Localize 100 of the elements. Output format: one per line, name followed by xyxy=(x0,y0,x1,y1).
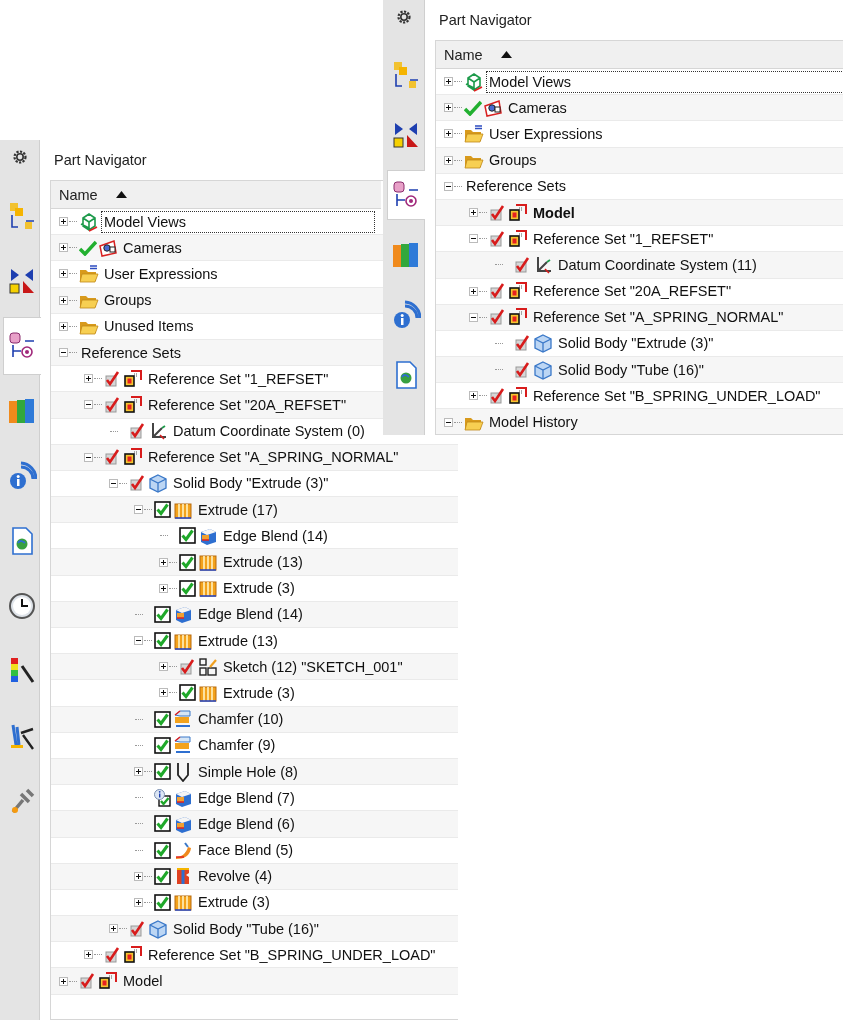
expand-icon[interactable] xyxy=(444,129,453,139)
tree-item[interactable]: Edge Blend (14) xyxy=(221,525,330,546)
tree-item[interactable]: Extrude (13) xyxy=(196,630,280,651)
checkbox[interactable] xyxy=(129,475,145,492)
tree-item[interactable]: Extrude (3) xyxy=(221,682,297,703)
checkbox[interactable] xyxy=(489,204,505,221)
expand-icon[interactable] xyxy=(134,897,143,907)
checkbox[interactable] xyxy=(489,309,505,326)
checkbox[interactable] xyxy=(179,579,196,597)
checkbox[interactable] xyxy=(104,449,120,466)
checkbox[interactable] xyxy=(154,710,171,728)
expand-icon[interactable] xyxy=(59,976,68,986)
checkbox[interactable] xyxy=(154,501,171,519)
expand-icon[interactable] xyxy=(444,103,453,113)
expand-icon[interactable] xyxy=(84,374,93,384)
expand-icon[interactable] xyxy=(59,295,68,305)
checkbox[interactable] xyxy=(179,684,196,702)
checkbox[interactable] xyxy=(79,973,95,990)
tree-item[interactable]: Extrude (17) xyxy=(196,499,280,520)
checkbox[interactable] xyxy=(514,256,530,273)
tree-item[interactable]: Groups xyxy=(487,150,539,171)
expand-icon[interactable] xyxy=(469,286,478,296)
tree-item[interactable]: Cameras xyxy=(506,97,569,118)
checkbox[interactable] xyxy=(129,920,145,937)
expand-icon[interactable] xyxy=(84,950,93,960)
expand-icon[interactable] xyxy=(159,557,168,567)
checkbox[interactable] xyxy=(154,815,171,833)
tree-item[interactable]: Reference Sets xyxy=(464,176,568,197)
tree-item[interactable]: Revolve (4) xyxy=(196,866,275,887)
tree-item[interactable]: Cameras xyxy=(121,237,184,258)
tree-item[interactable]: Reference Set "20A_REFSET" xyxy=(531,281,734,302)
tree-item[interactable]: Reference Set "B_SPRING_UNDER_LOAD" xyxy=(146,944,438,965)
column-header[interactable]: Name xyxy=(51,181,381,209)
tree-item[interactable]: Model Views xyxy=(487,71,843,92)
tree-item[interactable]: Model xyxy=(121,971,165,992)
info-checkbox-icon[interactable] xyxy=(154,788,171,807)
expand-icon[interactable] xyxy=(444,155,453,165)
checkbox[interactable] xyxy=(154,605,171,623)
tree-item[interactable]: Extrude (3) xyxy=(196,892,272,913)
checkbox[interactable] xyxy=(489,230,505,247)
checkbox[interactable] xyxy=(179,658,195,675)
expand-icon[interactable] xyxy=(469,391,478,401)
expand-icon[interactable] xyxy=(159,583,168,593)
checkbox[interactable] xyxy=(154,867,171,885)
tree-item[interactable]: Edge Blend (6) xyxy=(196,813,297,834)
tree-item[interactable]: Extrude (3) xyxy=(221,578,297,599)
collapse-icon[interactable] xyxy=(134,505,143,515)
settings-icon[interactable] xyxy=(10,148,29,166)
tree-item[interactable]: Reference Set "B_SPRING_UNDER_LOAD" xyxy=(531,385,823,406)
resource-tab[interactable] xyxy=(2,317,41,375)
expand-icon[interactable] xyxy=(59,269,68,279)
tree-item[interactable]: Solid Body "Extrude (3)" xyxy=(556,333,716,354)
collapse-icon[interactable] xyxy=(444,181,453,191)
tree-item[interactable]: Face Blend (5) xyxy=(196,840,296,861)
checkmark-icon[interactable] xyxy=(464,99,482,116)
tree-item[interactable]: Reference Set "1_REFSET" xyxy=(531,228,716,249)
collapse-icon[interactable] xyxy=(109,478,118,488)
tree-item[interactable]: Model Views xyxy=(102,211,374,232)
checkbox[interactable] xyxy=(154,893,171,911)
tree-item[interactable]: Extrude (13) xyxy=(221,552,305,573)
tree-item[interactable]: Groups xyxy=(102,290,154,311)
expand-icon[interactable] xyxy=(159,662,168,672)
tree-item[interactable]: Reference Sets xyxy=(79,342,183,363)
collapse-icon[interactable] xyxy=(444,417,453,427)
settings-icon[interactable] xyxy=(394,8,413,26)
collapse-icon[interactable] xyxy=(84,400,93,410)
tree-item[interactable]: Datum Coordinate System (0) xyxy=(171,421,367,442)
checkbox[interactable] xyxy=(489,387,505,404)
tree-item[interactable]: User Expressions xyxy=(102,263,220,284)
checkmark-icon[interactable] xyxy=(79,239,97,256)
expand-icon[interactable] xyxy=(59,321,68,331)
expand-icon[interactable] xyxy=(134,871,143,881)
expand-icon[interactable] xyxy=(444,77,453,87)
collapse-icon[interactable] xyxy=(84,452,93,462)
expand-icon[interactable] xyxy=(109,924,118,934)
tree-item[interactable]: Simple Hole (8) xyxy=(196,761,300,782)
checkbox[interactable] xyxy=(489,283,505,300)
checkbox[interactable] xyxy=(104,946,120,963)
checkbox[interactable] xyxy=(179,553,196,571)
checkbox[interactable] xyxy=(154,736,171,754)
checkbox[interactable] xyxy=(154,841,171,859)
checkbox[interactable] xyxy=(154,632,171,650)
tree-item[interactable]: Edge Blend (7) xyxy=(196,787,297,808)
expand-icon[interactable] xyxy=(134,767,143,777)
tree-item[interactable]: Solid Body "Extrude (3)" xyxy=(171,473,331,494)
tree-item[interactable]: User Expressions xyxy=(487,123,605,144)
collapse-icon[interactable] xyxy=(469,234,478,244)
column-header[interactable]: Name xyxy=(436,41,843,69)
tree-item[interactable]: Model xyxy=(531,202,577,223)
checkbox[interactable] xyxy=(514,361,530,378)
expand-icon[interactable] xyxy=(59,217,68,227)
collapse-icon[interactable] xyxy=(59,348,68,358)
checkbox[interactable] xyxy=(104,370,120,387)
collapse-icon[interactable] xyxy=(469,312,478,322)
resource-tab[interactable] xyxy=(386,170,425,220)
tree-item[interactable]: Chamfer (10) xyxy=(196,709,286,730)
tree-item[interactable]: Model History xyxy=(487,412,580,433)
expand-icon[interactable] xyxy=(159,688,168,698)
tree-item[interactable]: Unused Items xyxy=(102,316,196,337)
checkbox[interactable] xyxy=(104,396,120,413)
